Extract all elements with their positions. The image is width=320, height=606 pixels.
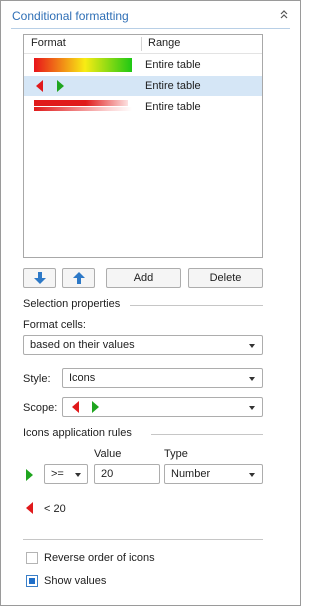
panel-title: Conditional formatting [12, 9, 129, 23]
operator-value: >= [51, 468, 64, 480]
red-left-triangle-icon [26, 502, 33, 514]
type-value: Number [171, 468, 211, 480]
dropdown-arrow-icon [249, 344, 255, 348]
reverse-order-checkbox[interactable] [26, 552, 38, 564]
reverse-order-label[interactable]: Reverse order of icons [44, 552, 155, 564]
arrow-down-icon [34, 272, 46, 284]
table-row[interactable]: Entire table [24, 55, 262, 75]
header-divider [11, 28, 290, 29]
operator-dropdown[interactable]: >= [44, 464, 88, 484]
section-divider [151, 434, 263, 435]
value-header: Value [94, 448, 122, 460]
section-divider [130, 305, 263, 306]
format-cells-dropdown[interactable]: based on their values [23, 335, 263, 355]
section-divider [23, 539, 263, 540]
table-row[interactable]: Entire table [24, 76, 262, 96]
scope-label: Scope: [23, 402, 58, 414]
column-header-range: Range [148, 37, 181, 49]
scope-dropdown[interactable] [62, 397, 263, 417]
show-values-checkbox[interactable] [26, 575, 38, 587]
row-range: Entire table [145, 80, 201, 92]
add-button[interactable]: Add [106, 268, 181, 288]
style-label: Style: [23, 373, 51, 385]
icon-rules-title: Icons application rules [23, 427, 132, 439]
dropdown-arrow-icon [249, 473, 255, 477]
table-row[interactable]: Entire table [24, 97, 262, 117]
value-input-text: 20 [101, 468, 114, 480]
dropdown-arrow-icon [249, 377, 255, 381]
move-up-button[interactable] [62, 268, 95, 288]
style-dropdown[interactable]: Icons [62, 368, 263, 388]
green-right-triangle-icon [26, 469, 33, 481]
selection-properties-title: Selection properties [23, 298, 121, 310]
move-down-button[interactable] [23, 268, 56, 288]
delete-button[interactable]: Delete [188, 268, 263, 288]
conditional-formatting-panel: Conditional formatting Format Range Enti… [0, 0, 301, 606]
format-cells-value: based on their values [30, 339, 135, 351]
show-values-label[interactable]: Show values [44, 575, 106, 587]
chevron-up-double-icon[interactable] [277, 8, 291, 22]
data-bar-preview [34, 107, 132, 111]
format-cells-label: Format cells: [23, 319, 86, 331]
value-input[interactable]: 20 [94, 464, 160, 484]
rule2-text: < 20 [44, 503, 66, 515]
column-divider [141, 37, 142, 51]
header-line [24, 53, 262, 54]
red-left-triangle-icon [36, 80, 43, 92]
dropdown-arrow-icon [249, 406, 255, 410]
row-range: Entire table [145, 101, 201, 113]
arrow-up-icon [73, 272, 85, 284]
rules-list[interactable]: Format Range Entire table Entire table E… [23, 34, 263, 258]
row-range: Entire table [145, 59, 201, 71]
dropdown-arrow-icon [75, 473, 81, 477]
data-bar-preview [34, 100, 128, 106]
type-dropdown[interactable]: Number [164, 464, 263, 484]
style-value: Icons [69, 372, 96, 384]
column-header-format: Format [31, 37, 66, 49]
red-left-triangle-icon [72, 401, 79, 413]
color-scale-preview [34, 58, 132, 72]
green-right-triangle-icon [92, 401, 99, 413]
green-right-triangle-icon [57, 80, 64, 92]
type-header: Type [164, 448, 188, 460]
